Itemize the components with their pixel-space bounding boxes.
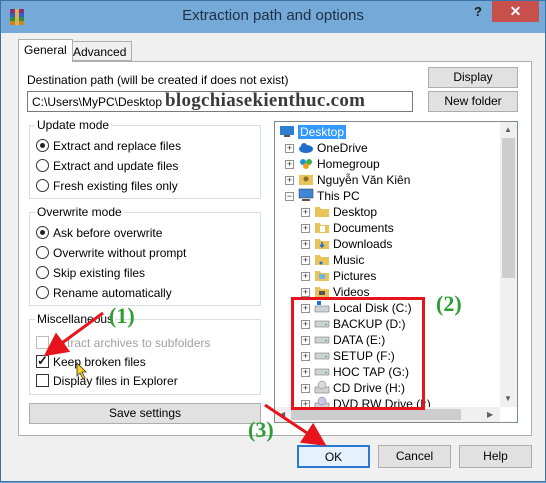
- scroll-left-arrow-icon[interactable]: ◀: [279, 410, 285, 419]
- pictures-icon: [314, 269, 333, 283]
- expand-icon[interactable]: +: [301, 240, 310, 249]
- tree-item[interactable]: + Nguyễn Văn Kiên: [285, 172, 410, 188]
- title-bar[interactable]: Extraction path and options ? ✕: [1, 1, 545, 33]
- expand-icon[interactable]: +: [285, 176, 294, 185]
- desktop-folder-icon: [279, 125, 298, 139]
- collapse-icon[interactable]: −: [285, 192, 294, 201]
- title-help-button[interactable]: ?: [465, 2, 491, 22]
- miscellaneous-title: Miscellaneous: [35, 312, 116, 326]
- expand-icon[interactable]: +: [301, 272, 310, 281]
- overwrite-mode-group: Overwrite mode Ask before overwrite Over…: [29, 205, 261, 306]
- extraction-dialog: Extraction path and options ? ✕ General …: [0, 0, 546, 482]
- tree-item-label: Pictures: [333, 269, 377, 283]
- tree-item-label: Homegroup: [317, 157, 380, 171]
- tree-item[interactable]: − This PC: [285, 188, 360, 204]
- computer-icon: [298, 188, 317, 203]
- onedrive-cloud-icon: [298, 141, 317, 155]
- annotation-label-3: (3): [248, 417, 274, 442]
- tree-item[interactable]: + OneDrive: [285, 140, 368, 156]
- tree-item[interactable]: + Downloads: [301, 236, 392, 252]
- help-button[interactable]: Help: [459, 445, 532, 468]
- tab-general[interactable]: General: [18, 39, 73, 62]
- radio-ask-before-overwrite[interactable]: Ask before overwrite: [36, 225, 162, 241]
- radio-extract-update[interactable]: Extract and update files: [36, 158, 178, 174]
- tree-item[interactable]: Desktop: [279, 124, 347, 140]
- radio-button[interactable]: [36, 179, 49, 192]
- expand-icon[interactable]: +: [301, 208, 310, 217]
- tree-item[interactable]: + Pictures: [301, 268, 376, 284]
- scroll-down-arrow-icon[interactable]: ▼: [504, 394, 512, 403]
- tree-item[interactable]: + Desktop: [301, 204, 377, 220]
- radio-button[interactable]: [36, 286, 49, 299]
- overwrite-mode-title: Overwrite mode: [35, 205, 124, 219]
- vertical-scroll-thumb[interactable]: [502, 138, 515, 278]
- expand-icon[interactable]: +: [301, 288, 310, 297]
- tree-item-label: Desktop: [298, 125, 347, 139]
- tree-item-label: Desktop: [333, 205, 378, 219]
- miscellaneous-group: Miscellaneous Extract archives to subfol…: [29, 312, 261, 395]
- radio-button[interactable]: [36, 266, 49, 279]
- tree-item[interactable]: + Music: [301, 252, 364, 268]
- tree-item-label: This PC: [317, 189, 360, 203]
- user-folder-icon: [298, 173, 317, 187]
- radio-button[interactable]: [36, 159, 49, 172]
- music-icon: [314, 253, 333, 267]
- save-settings-button[interactable]: Save settings: [29, 403, 261, 424]
- title-close-button[interactable]: ✕: [492, 1, 539, 22]
- update-mode-title: Update mode: [35, 118, 112, 132]
- annotation-label-2: (2): [436, 291, 462, 316]
- update-mode-group: Update mode Extract and replace files Ex…: [29, 118, 261, 199]
- ok-button[interactable]: OK: [297, 445, 370, 468]
- radio-fresh-existing[interactable]: Fresh existing files only: [36, 178, 178, 194]
- tree-item[interactable]: + Documents: [301, 220, 394, 236]
- expand-icon[interactable]: +: [285, 144, 294, 153]
- tree-vertical-scrollbar[interactable]: ▲ ▼: [500, 122, 517, 407]
- cancel-button[interactable]: Cancel: [378, 445, 451, 468]
- checkbox-display-in-explorer[interactable]: Display files in Explorer: [36, 373, 178, 389]
- tree-item-label: Downloads: [333, 237, 393, 251]
- tree-item-label: Documents: [333, 221, 394, 235]
- expand-icon[interactable]: +: [285, 160, 294, 169]
- window-title: Extraction path and options: [182, 7, 364, 24]
- tree-item-label: OneDrive: [317, 141, 368, 155]
- radio-rename-automatically[interactable]: Rename automatically: [36, 285, 172, 301]
- annotation-label-1: (1): [109, 303, 135, 328]
- radio-button-selected[interactable]: [36, 226, 49, 239]
- checkbox-disabled: [36, 336, 49, 349]
- display-button[interactable]: Display: [428, 67, 518, 88]
- horizontal-scroll-thumb[interactable]: [291, 409, 461, 420]
- checkbox-keep-broken-files[interactable]: Keep broken files: [36, 353, 146, 370]
- scroll-up-arrow-icon[interactable]: ▲: [504, 125, 512, 134]
- radio-button-selected[interactable]: [36, 139, 49, 152]
- tree-item-label: Music: [333, 253, 365, 267]
- drives-highlight-box: [291, 297, 425, 410]
- radio-button[interactable]: [36, 246, 49, 259]
- documents-icon: [314, 221, 333, 235]
- checkbox-checked[interactable]: [36, 353, 49, 369]
- destination-path-label: Destination path (will be created if doe…: [27, 73, 289, 87]
- checkbox-extract-to-subfolders[interactable]: Extract archives to subfolders: [36, 335, 210, 351]
- tab-advanced[interactable]: Advanced: [67, 41, 133, 61]
- new-folder-button[interactable]: New folder: [428, 91, 518, 112]
- downloads-icon: [314, 237, 333, 251]
- checkbox[interactable]: [36, 374, 49, 387]
- radio-overwrite-without-prompt[interactable]: Overwrite without prompt: [36, 245, 186, 261]
- homegroup-icon: [298, 157, 317, 171]
- tree-item[interactable]: + Homegroup: [285, 156, 380, 172]
- expand-icon[interactable]: +: [301, 224, 310, 233]
- scroll-right-arrow-icon[interactable]: ▶: [487, 410, 493, 419]
- folder-icon: [314, 205, 333, 219]
- watermark-text: blogchiasekienthuc.com: [165, 90, 366, 111]
- radio-extract-replace[interactable]: Extract and replace files: [36, 138, 181, 154]
- tree-item-label: Nguyễn Văn Kiên: [317, 173, 411, 187]
- radio-skip-existing[interactable]: Skip existing files: [36, 265, 145, 281]
- expand-icon[interactable]: +: [301, 256, 310, 265]
